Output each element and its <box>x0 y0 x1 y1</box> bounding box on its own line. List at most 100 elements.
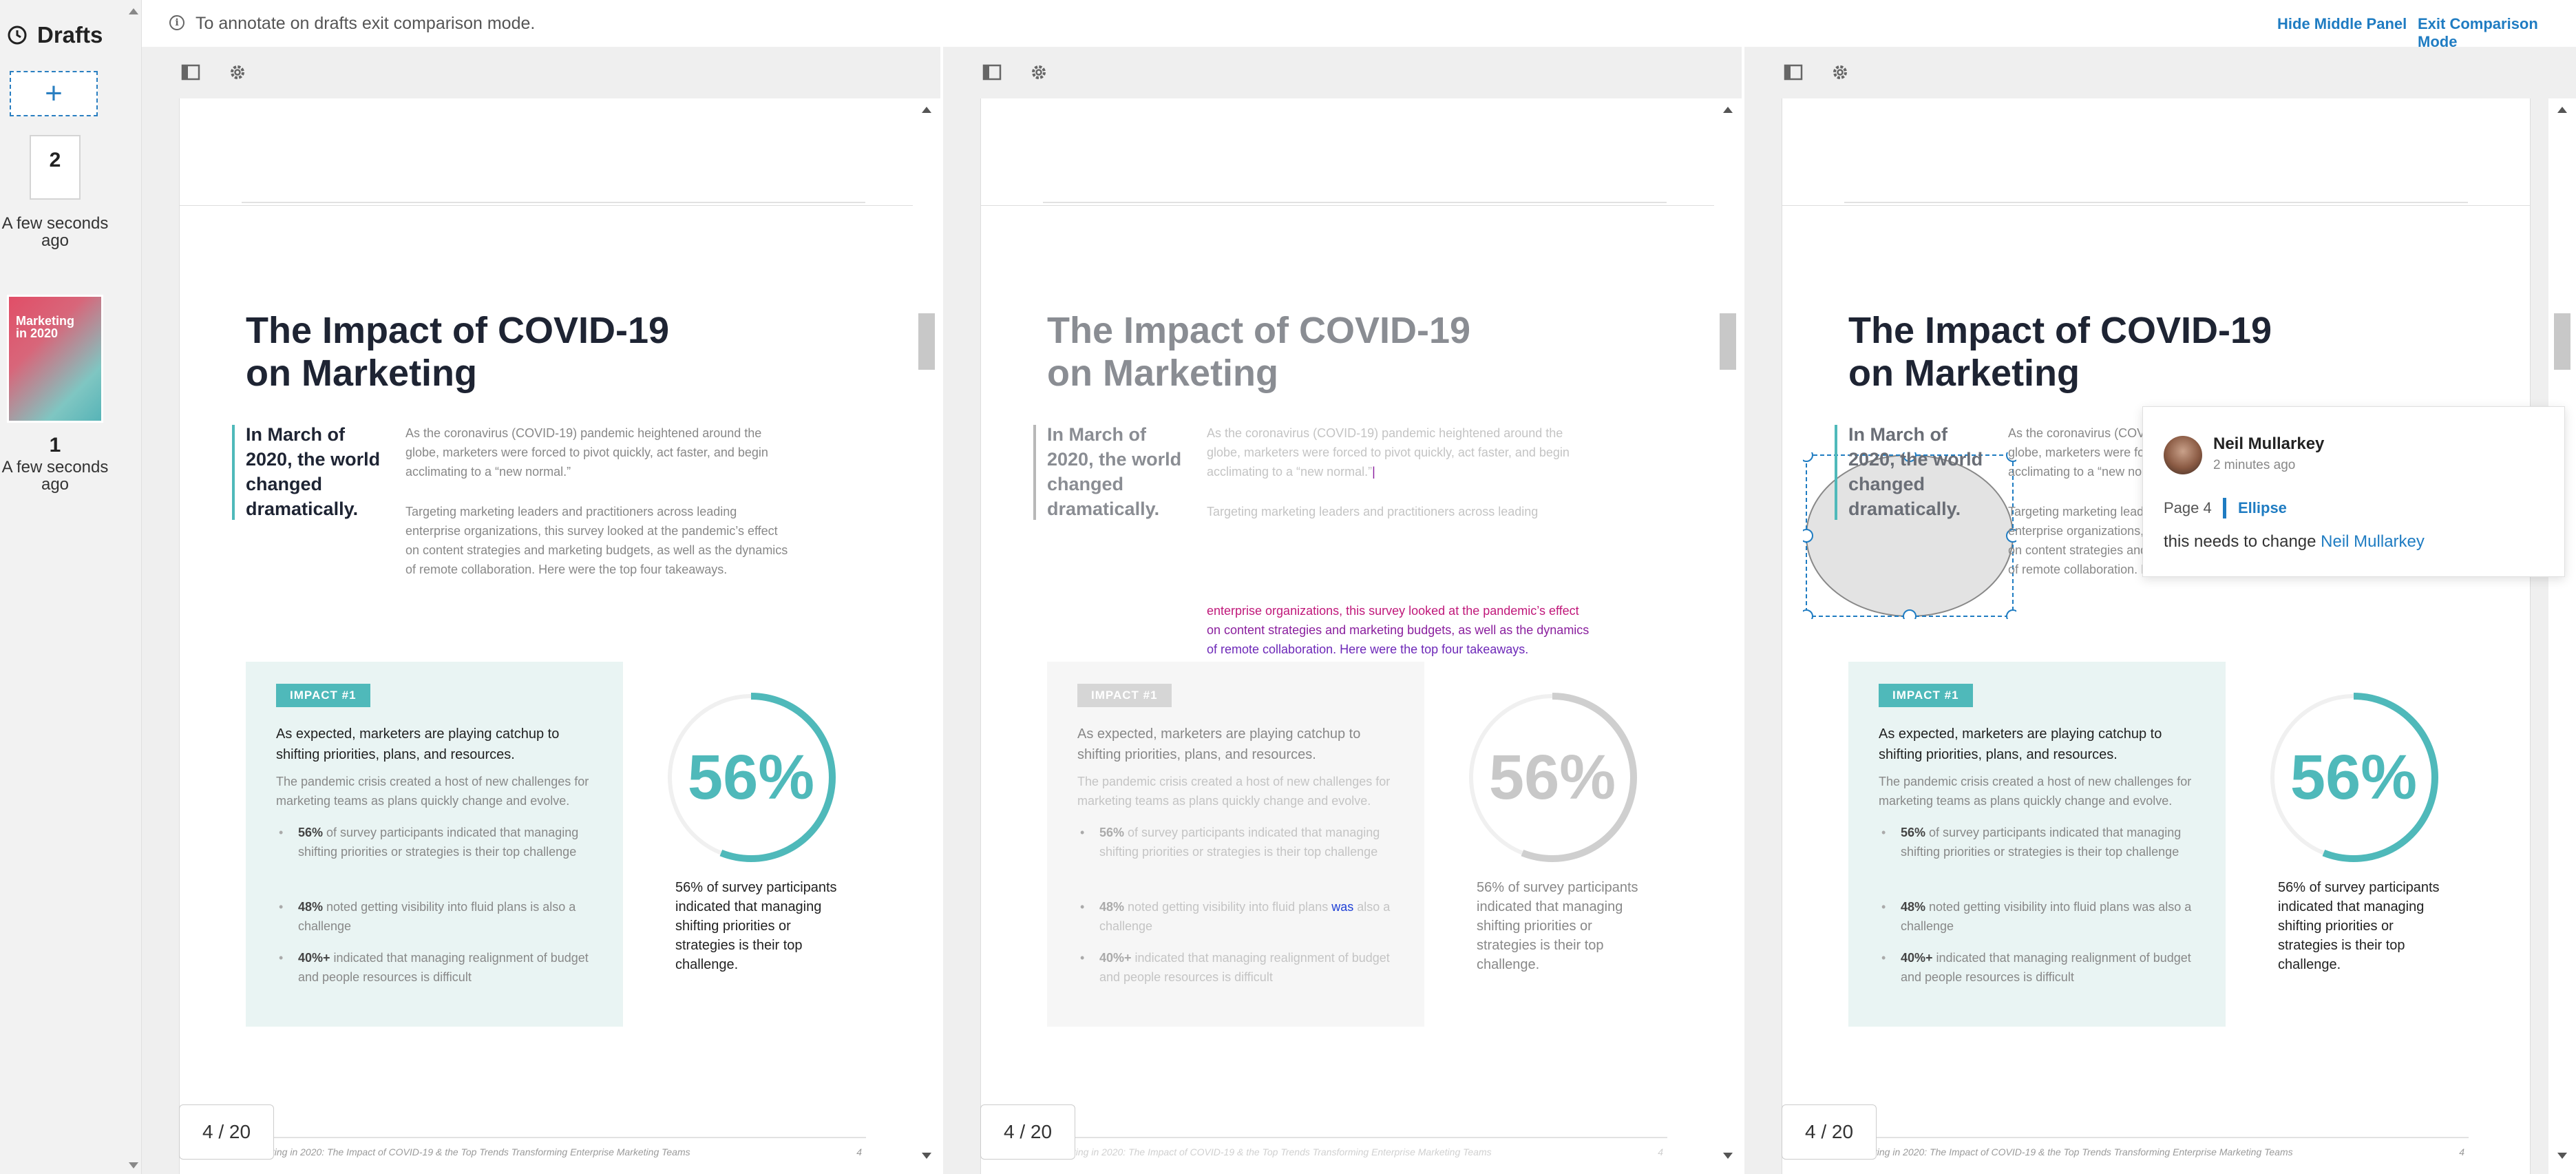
diff-marker: | <box>1372 465 1375 479</box>
impact-badge: IMPACT #1 <box>276 684 370 707</box>
page-footer-text: Marketing in 2020: The Impact of COVID-1… <box>1848 1146 2293 1157</box>
scroll-down-arrow[interactable] <box>2557 1153 2567 1159</box>
scroll-thumb[interactable] <box>2554 313 2570 370</box>
scrollbar[interactable] <box>1714 98 1742 1174</box>
impact-heading: As expected, marketers are playing catch… <box>1879 726 2162 762</box>
bullet-stat: 56% <box>1901 826 1926 839</box>
draft-item[interactable]: 2 A few seconds ago <box>0 135 110 249</box>
impact-badge: IMPACT #1 <box>1077 684 1172 707</box>
add-draft-button[interactable]: + <box>10 71 98 116</box>
intro-paragraph: Targeting marketing leaders and practiti… <box>1207 505 1539 518</box>
page-title: The Impact of COVID-19 on Marketing <box>1848 309 2272 395</box>
sidebar-scroll-down[interactable] <box>129 1162 138 1168</box>
title-line: on Marketing <box>246 353 478 394</box>
clock-icon <box>8 25 27 45</box>
impact-box: IMPACT #1 As expected, marketers are pla… <box>1047 662 1424 1027</box>
exit-comparison-mode-button[interactable]: Exit Comparison Mode <box>2418 15 2576 51</box>
title-line: The Impact of COVID-19 <box>1047 310 1471 351</box>
scroll-up-arrow[interactable] <box>922 107 931 113</box>
page-footer-number: 4 <box>856 1146 862 1157</box>
bullet-text: indicated that managing realignment of b… <box>298 951 589 984</box>
hide-middle-panel-button[interactable]: Hide Middle Panel <box>2277 15 2407 33</box>
info-icon: i <box>169 15 184 30</box>
title-line: The Impact of COVID-19 <box>246 310 670 351</box>
sidebar-toggle-icon[interactable] <box>1783 62 1804 83</box>
gear-icon[interactable] <box>1830 62 1850 83</box>
page-footer-number: 4 <box>2459 1146 2464 1157</box>
user-mention[interactable]: Neil Mullarkey <box>2321 532 2425 551</box>
scroll-up-arrow[interactable] <box>1723 107 1733 113</box>
scroll-down-arrow[interactable] <box>1723 1153 1733 1159</box>
sidebar-scroll-up[interactable] <box>129 8 138 14</box>
plus-icon: + <box>45 76 63 110</box>
bullet-item: 40%+ indicated that managing realignment… <box>1879 948 2202 987</box>
comment-page: Page 4 <box>2164 499 2212 516</box>
scroll-thumb[interactable] <box>918 313 935 370</box>
page-indicator[interactable]: 4 / 20 <box>1782 1104 1877 1160</box>
scrollbar[interactable] <box>2548 98 2576 1174</box>
annotation-shape-link[interactable]: Ellipse <box>2238 499 2287 517</box>
impact-badge: IMPACT #1 <box>1879 684 1973 707</box>
sidebar-toggle-icon[interactable] <box>982 62 1002 83</box>
page-indicator[interactable]: 4 / 20 <box>179 1104 274 1160</box>
bullet-stat: 56% <box>298 826 324 839</box>
gear-icon[interactable] <box>1028 62 1049 83</box>
bullet-stat: 48% <box>1901 900 1926 914</box>
drafts-title: Drafts <box>37 22 103 48</box>
impact-subtext: The pandemic crisis created a host of ne… <box>1879 775 2192 808</box>
draft-timestamp: A few seconds ago <box>1 458 109 494</box>
intro-paragraph: Targeting marketing leaders and practiti… <box>405 505 788 576</box>
comment-card[interactable]: Neil Mullarkey 2 minutes ago Page 4 Elli… <box>2142 406 2565 577</box>
bullet-text: of survey participants indicated that ma… <box>1901 826 2182 859</box>
bullet-item: 56% of survey participants indicated tha… <box>276 823 600 861</box>
comment-author: Neil Mullarkey <box>2213 434 2325 453</box>
footer-divider <box>1844 1137 2469 1138</box>
footer-divider <box>1042 1137 1667 1138</box>
bullet-text: indicated that managing realignment of b… <box>1099 951 1390 984</box>
middle-panel: Marketing in 2020: The Impact of COVID-1… <box>943 47 1742 1174</box>
bullet-text: noted getting visibility into fluid plan… <box>1901 900 2192 933</box>
right-panel: Marketing in 2020: The Impact of COVID-1… <box>1744 47 2576 1174</box>
bullet-item: 48% noted getting visibility into fluid … <box>276 897 600 936</box>
draft-number: 1 <box>49 434 61 457</box>
scroll-up-arrow[interactable] <box>2557 107 2567 113</box>
impact-box: IMPACT #1 As expected, marketers are pla… <box>1848 662 2226 1027</box>
bullet-item: 56% of survey participants indicated tha… <box>1077 823 1401 861</box>
draft-thumbnail[interactable]: Marketing in 2020 <box>7 295 103 423</box>
bullet-item: 48% noted getting visibility into fluid … <box>1879 897 2202 936</box>
page-indicator[interactable]: 4 / 20 <box>980 1104 1075 1160</box>
gear-icon[interactable] <box>227 62 248 83</box>
panel-toolbar <box>142 47 940 98</box>
stat-caption: 56% of survey participants indicated tha… <box>675 880 837 972</box>
intro-paragraph: As the coronavirus (COVID-19) pandemic h… <box>405 426 768 479</box>
page-footer-text: Marketing in 2020: The Impact of COVID-1… <box>1046 1146 1492 1157</box>
scroll-thumb[interactable] <box>1720 313 1736 370</box>
comment-body: this needs to change Neil Mullarkey <box>2164 532 2425 552</box>
scrollbar[interactable] <box>913 98 940 1174</box>
left-panel: Marketing in 2020: The Impact of COVID-1… <box>142 47 940 1174</box>
intro-paragraph: As the coronavirus (COVID-19) pandemic h… <box>1207 423 1592 481</box>
document-page: The Impact of COVID-19 on Marketing In Ma… <box>179 205 928 1174</box>
shape-color-bar <box>2223 498 2226 518</box>
footer-divider <box>1043 202 1667 203</box>
sidebar-toggle-icon[interactable] <box>180 62 201 83</box>
bullet-item: 48% noted getting visibility into fluid … <box>1077 897 1401 936</box>
percent-value: 56% <box>2290 742 2418 813</box>
pull-quote: In March of 2020, the world changed dram… <box>1047 424 1182 519</box>
paragraph-text: As the coronavirus (COVID-19) pandemic h… <box>1207 426 1570 479</box>
scroll-down-arrow[interactable] <box>922 1153 931 1159</box>
draft-item[interactable]: Marketing in 2020 1 A few seconds ago <box>0 295 110 493</box>
percent-value: 56% <box>687 742 815 813</box>
bullet-text: noted getting visibility into fluid plan… <box>1124 900 1332 914</box>
pull-quote: In March of 2020, the world changed dram… <box>246 424 381 519</box>
impact-heading: As expected, marketers are playing catch… <box>276 726 560 762</box>
bullet-stat: 40%+ <box>1099 951 1132 965</box>
page-footer: Marketing in 2020: The Impact of COVID-1… <box>179 1131 928 1173</box>
page-footer-number: 4 <box>1658 1146 1663 1157</box>
stat-caption: 56% of survey participants indicated tha… <box>2278 880 2440 972</box>
bullet-stat: 48% <box>298 900 324 914</box>
footer-divider <box>1844 202 2468 203</box>
drafts-sidebar: Drafts + 2 A few seconds ago Marketing i… <box>0 0 142 1174</box>
drafts-header: Drafts <box>7 22 103 48</box>
bullet-stat: 40%+ <box>298 951 330 965</box>
